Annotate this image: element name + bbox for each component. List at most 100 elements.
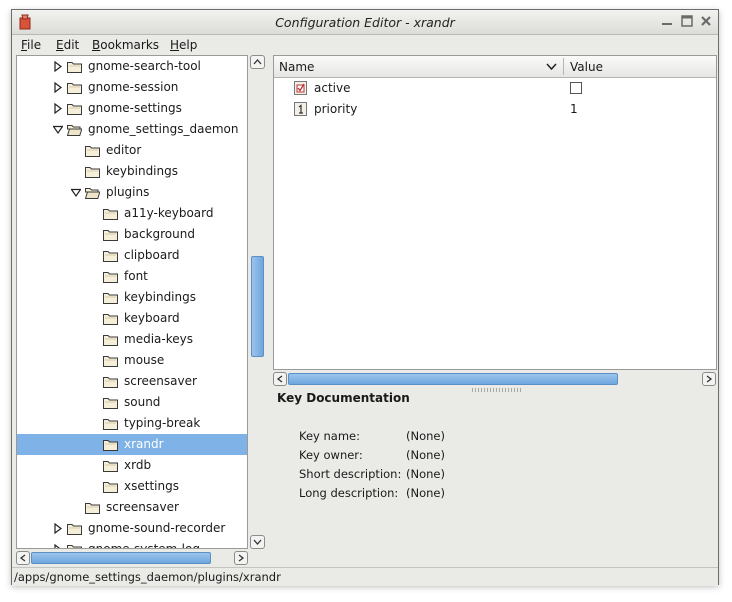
key-row-active[interactable]: active bbox=[274, 78, 716, 99]
bool-key-icon bbox=[294, 81, 307, 95]
doc-value-key-owner: (None) bbox=[406, 448, 445, 462]
tree-item[interactable]: clipboard bbox=[17, 245, 247, 266]
tree-item-label: gnome-system-log bbox=[88, 542, 200, 549]
folder-icon bbox=[85, 146, 100, 157]
tree-item[interactable]: sound bbox=[17, 392, 247, 413]
key-value[interactable]: 1 bbox=[570, 99, 578, 120]
close-icon[interactable] bbox=[699, 14, 713, 28]
tree-item-label: gnome-sound-recorder bbox=[88, 521, 226, 535]
list-hscroll-thumb[interactable] bbox=[288, 373, 618, 385]
expander-collapsed-icon[interactable] bbox=[53, 103, 63, 114]
tree-item[interactable]: gnome-system-log bbox=[17, 539, 247, 549]
folder-icon bbox=[103, 230, 118, 241]
folder-icon bbox=[103, 398, 118, 409]
tree-item-label: xrandr bbox=[124, 437, 164, 451]
tree-item-selected[interactable]: xrandr bbox=[17, 434, 247, 455]
folder-icon bbox=[103, 482, 118, 493]
tree-item[interactable]: keyboard bbox=[17, 308, 247, 329]
keys-list[interactable]: Name Value active priority 1 bbox=[273, 55, 717, 370]
doc-label-short-description: Short description: bbox=[299, 467, 402, 481]
tree-item-label: typing-break bbox=[124, 416, 201, 430]
tree-item[interactable]: a11y-keyboard bbox=[17, 203, 247, 224]
column-value-header[interactable]: Value bbox=[570, 60, 603, 74]
tree-item[interactable]: editor bbox=[17, 140, 247, 161]
scroll-up-arrow-icon[interactable] bbox=[250, 55, 265, 69]
tree-item[interactable]: gnome-search-tool bbox=[17, 56, 247, 77]
tree-item-label: keybindings bbox=[124, 290, 196, 304]
folder-icon bbox=[103, 356, 118, 367]
doc-label-key-owner: Key owner: bbox=[299, 448, 363, 462]
tree-item[interactable]: background bbox=[17, 224, 247, 245]
doc-label-long-description: Long description: bbox=[299, 486, 399, 500]
menu-file[interactable]: File bbox=[21, 38, 41, 52]
tree-item[interactable]: typing-break bbox=[17, 413, 247, 434]
expander-collapsed-icon[interactable] bbox=[53, 82, 63, 93]
tree-item[interactable]: screensaver bbox=[17, 497, 247, 518]
active-checkbox[interactable] bbox=[570, 82, 582, 94]
tree-item-label: gnome-settings bbox=[88, 101, 182, 115]
tree-item[interactable]: plugins bbox=[17, 182, 247, 203]
folder-open-icon bbox=[85, 188, 100, 199]
scroll-left-arrow-icon[interactable] bbox=[16, 551, 30, 565]
column-name-header[interactable]: Name bbox=[279, 60, 314, 74]
expander-collapsed-icon[interactable] bbox=[53, 523, 63, 534]
sort-chevron-down-icon[interactable] bbox=[546, 62, 557, 71]
directory-tree[interactable]: gnome-search-tool gnome-session gnome-sett… bbox=[16, 55, 248, 549]
scroll-down-arrow-icon[interactable] bbox=[250, 535, 265, 549]
maximize-icon[interactable] bbox=[680, 14, 694, 28]
tree-item[interactable]: keybindings bbox=[17, 161, 247, 182]
tree-item[interactable]: gnome_settings_daemon bbox=[17, 119, 247, 140]
tree-vertical-scrollbar[interactable] bbox=[250, 55, 266, 549]
folder-icon bbox=[103, 293, 118, 304]
tree-item-label: gnome-session bbox=[88, 80, 179, 94]
tree-item-label: media-keys bbox=[124, 332, 193, 346]
menu-edit[interactable]: Edit bbox=[56, 38, 79, 52]
folder-icon bbox=[103, 251, 118, 262]
tree-item-label: xrdb bbox=[124, 458, 152, 472]
folder-icon bbox=[103, 209, 118, 220]
tree-item[interactable]: keybindings bbox=[17, 287, 247, 308]
tree-item-label: a11y-keyboard bbox=[124, 206, 214, 220]
tree-item-label: background bbox=[124, 227, 195, 241]
key-row-priority[interactable]: priority 1 bbox=[274, 99, 716, 120]
tree-item-label: editor bbox=[106, 143, 142, 157]
tree-item-label: keyboard bbox=[124, 311, 180, 325]
status-bar: /apps/gnome_settings_daemon/plugins/xran… bbox=[12, 567, 718, 586]
tree-item-label: plugins bbox=[106, 185, 150, 199]
folder-icon bbox=[67, 524, 82, 535]
minimize-icon[interactable] bbox=[660, 14, 674, 28]
expander-collapsed-icon[interactable] bbox=[53, 61, 63, 72]
title-bar[interactable]: Configuration Editor - xrandr bbox=[12, 10, 718, 35]
tree-item[interactable]: xsettings bbox=[17, 476, 247, 497]
tree-hscroll-thumb[interactable] bbox=[31, 552, 211, 564]
tree-item[interactable]: gnome-settings bbox=[17, 98, 247, 119]
tree-item[interactable]: mouse bbox=[17, 350, 247, 371]
expander-collapsed-icon[interactable] bbox=[53, 544, 63, 549]
folder-icon bbox=[67, 83, 82, 94]
tree-item[interactable]: screensaver bbox=[17, 371, 247, 392]
tree-scroll-thumb[interactable] bbox=[251, 256, 264, 357]
tree-item[interactable]: xrdb bbox=[17, 455, 247, 476]
list-horizontal-scrollbar[interactable] bbox=[273, 371, 717, 387]
key-name: priority bbox=[314, 102, 358, 116]
menu-bookmarks[interactable]: Bookmarks bbox=[92, 38, 159, 52]
tree-horizontal-scrollbar[interactable] bbox=[16, 550, 248, 566]
window-title: Configuration Editor - xrandr bbox=[275, 15, 455, 30]
doc-value-key-name: (None) bbox=[406, 429, 445, 443]
folder-icon bbox=[103, 377, 118, 388]
folder-icon bbox=[103, 461, 118, 472]
pane-resize-grip[interactable] bbox=[472, 388, 522, 392]
tree-item-label: screensaver bbox=[124, 374, 197, 388]
tree-item[interactable]: media-keys bbox=[17, 329, 247, 350]
scroll-right-arrow-icon[interactable] bbox=[702, 372, 716, 386]
menu-help[interactable]: Help bbox=[170, 38, 197, 52]
column-separator[interactable] bbox=[563, 58, 564, 75]
scroll-left-arrow-icon[interactable] bbox=[273, 372, 287, 386]
tree-item[interactable]: gnome-sound-recorder bbox=[17, 518, 247, 539]
expander-expanded-icon[interactable] bbox=[71, 187, 81, 198]
expander-expanded-icon[interactable] bbox=[53, 124, 63, 135]
tree-item[interactable]: gnome-session bbox=[17, 77, 247, 98]
documentation-title: Key Documentation bbox=[277, 391, 410, 405]
scroll-right-arrow-icon[interactable] bbox=[234, 551, 248, 565]
tree-item[interactable]: font bbox=[17, 266, 247, 287]
